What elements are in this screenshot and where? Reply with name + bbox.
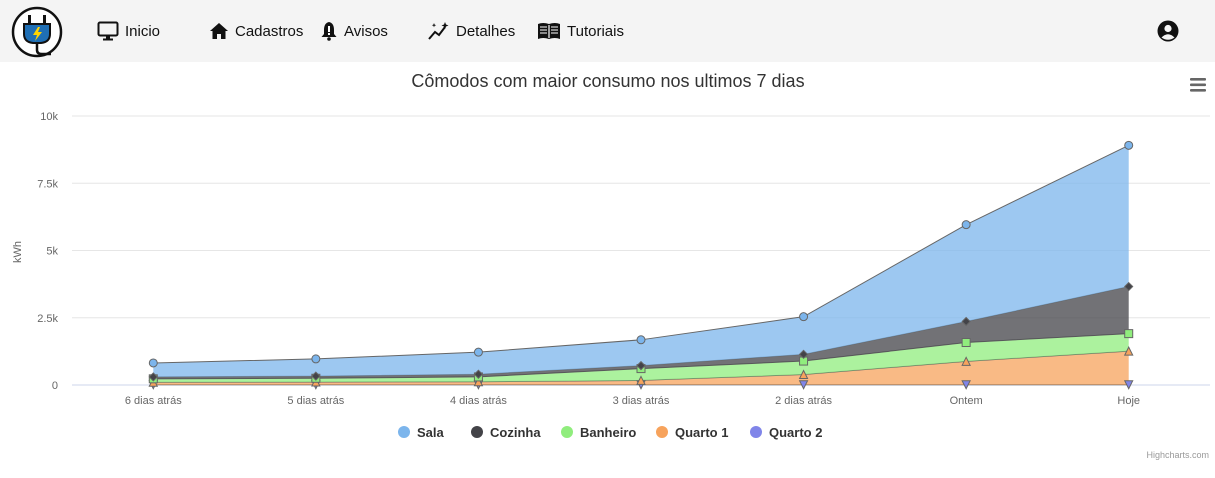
nav-item-label: Cadastros [235,22,304,40]
top-navbar: Inicio Cadastros Avisos Detalhes Tutoria… [0,0,1215,62]
legend-item-cozinha[interactable]: Cozinha [471,425,541,440]
legend-item-quarto-2[interactable]: Quarto 2 [750,425,822,440]
legend-symbol [398,426,410,438]
home-icon [209,22,229,40]
x-tick-label: 2 dias atrás [775,395,832,407]
legend-label: Sala [417,425,445,440]
y-tick-label: 5k [46,246,58,258]
x-tick-label: Hoje [1117,395,1140,407]
x-tick-label: 3 dias atrás [613,395,670,407]
sparkle-chart-icon [428,21,450,41]
chart-menu-icon[interactable] [1188,76,1208,94]
credits-link[interactable]: Highcharts.com [1146,450,1209,460]
y-tick-label: 10k [40,111,58,123]
legend-symbol [561,426,573,438]
book-icon [537,21,561,41]
chart-title: Cômodos com maior consumo nos ultimos 7 … [411,71,804,91]
legend-symbol [656,426,668,438]
data-point-sala[interactable] [148,358,158,368]
y-tick-label: 7.5k [37,178,58,190]
y-tick-label: 2.5k [37,313,58,325]
x-tick-label: 4 dias atrás [450,395,507,407]
legend-label: Banheiro [580,425,636,440]
monitor-icon [97,21,119,41]
legend-label: Quarto 2 [769,425,822,440]
data-point-sala[interactable] [1124,140,1134,150]
nav-item-avisos[interactable]: Avisos [320,18,388,44]
bell-alert-icon [320,21,338,41]
electric-plug-icon[interactable] [11,6,63,58]
x-tick-label: 6 dias atrás [125,395,182,407]
nav-item-tutoriais[interactable]: Tutoriais [537,18,624,44]
nav-item-inicio[interactable]: Inicio [97,18,160,44]
user-circle-icon[interactable] [1157,20,1179,42]
legend-symbol [750,426,762,438]
x-tick-label: Ontem [950,395,983,407]
legend-label: Quarto 1 [675,425,728,440]
data-point-sala[interactable] [473,347,483,357]
data-point-banheiro[interactable] [1124,329,1134,339]
x-tick-label: 5 dias atrás [287,395,344,407]
nav-item-label: Avisos [344,22,388,40]
legend-symbol [471,426,483,438]
legend-item-banheiro[interactable]: Banheiro [561,425,636,440]
nav-item-detalhes[interactable]: Detalhes [428,18,515,44]
legend-item-sala[interactable]: Sala [398,425,445,440]
legend-item-quarto-1[interactable]: Quarto 1 [656,425,728,440]
y-axis-label: kWh [12,241,24,263]
data-point-sala[interactable] [311,354,321,364]
nav-item-label: Tutoriais [567,22,624,40]
y-tick-label: 0 [52,380,58,392]
legend-label: Cozinha [490,425,541,440]
data-point-sala[interactable] [799,312,809,322]
data-point-sala[interactable] [636,335,646,345]
data-point-sala[interactable] [961,220,971,230]
nav-item-cadastros[interactable]: Cadastros [209,18,303,44]
nav-item-label: Inicio [125,22,161,40]
chart-container: Cômodos com maior consumo nos ultimos 7 … [0,62,1215,478]
nav-item-label: Detalhes [456,22,516,40]
area-chart: Cômodos com maior consumo nos ultimos 7 … [12,71,1210,460]
data-point-banheiro[interactable] [961,337,971,347]
